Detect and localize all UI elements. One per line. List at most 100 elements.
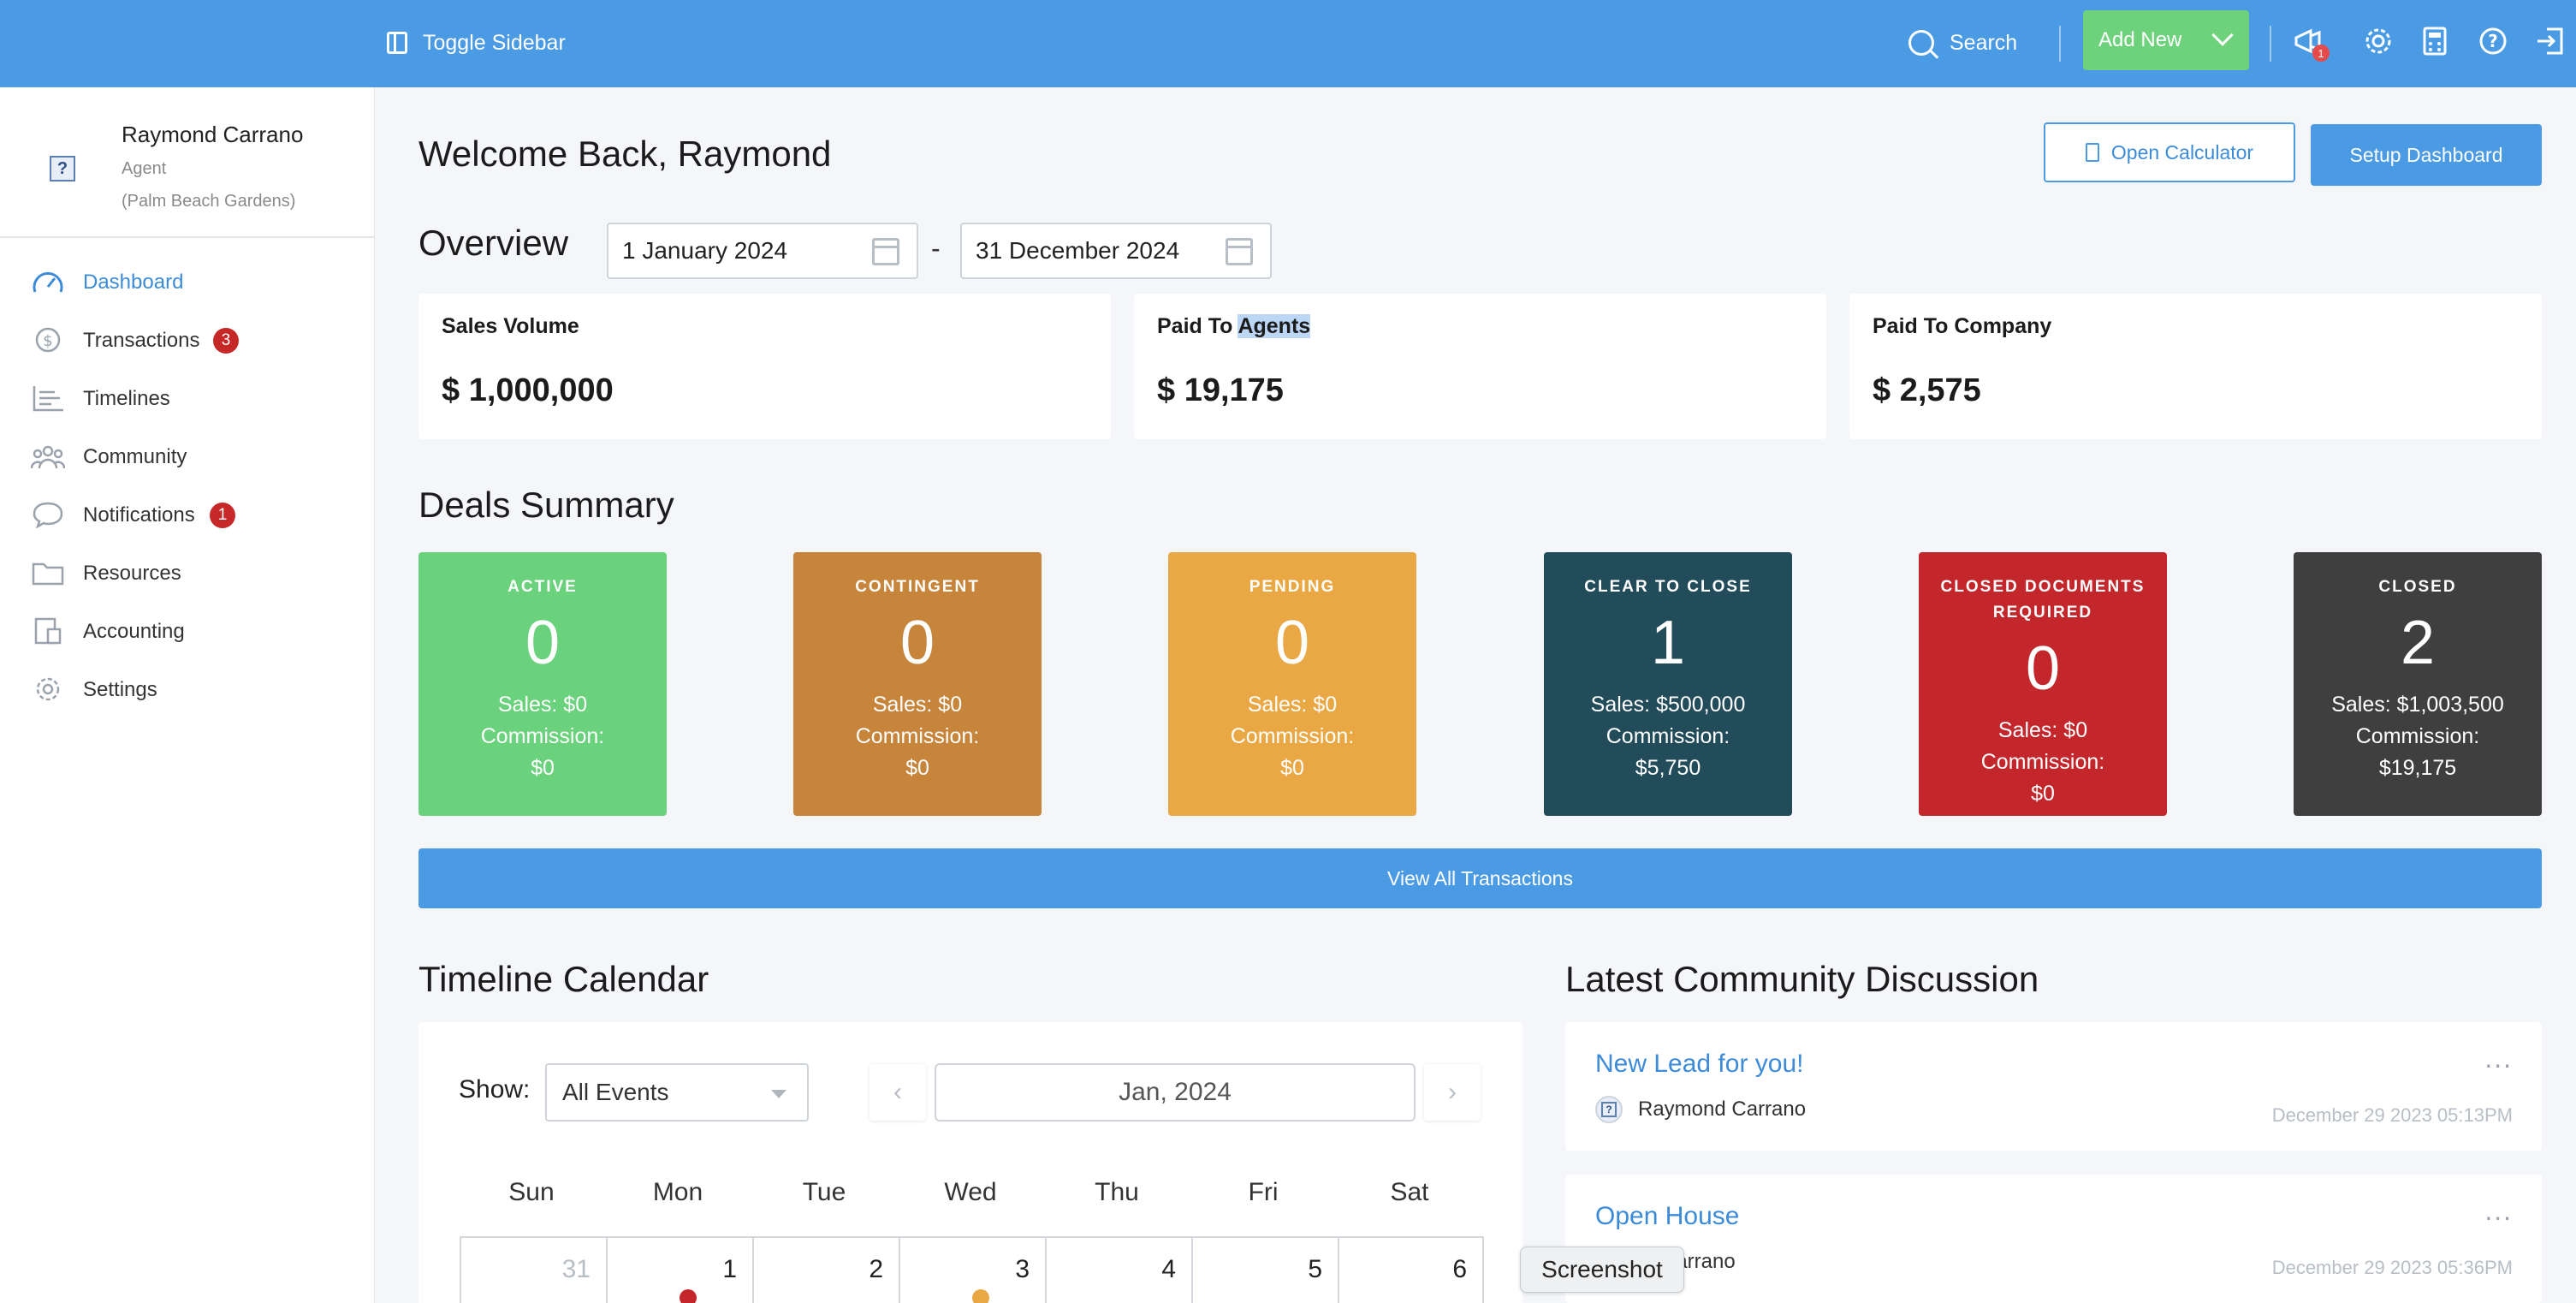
sidebar-item-accounting[interactable]: Accounting (0, 605, 375, 657)
setup-dashboard-button[interactable]: Setup Dashboard (2311, 124, 2542, 186)
discussion-item[interactable]: Open House ... Carrano December 29 2023 … (1565, 1175, 2542, 1303)
sidebar-item-dashboard[interactable]: Dashboard (0, 256, 375, 307)
calendar-day[interactable]: 31 (460, 1236, 606, 1303)
deal-label: CONTINGENT (855, 578, 980, 596)
event-filter-select[interactable]: All Events (545, 1063, 809, 1122)
sidebar-item-settings[interactable]: Settings (0, 663, 375, 715)
avatar-glyph: ? (1601, 1102, 1617, 1117)
calendar-day[interactable]: 6 (1338, 1236, 1484, 1303)
sidebar-icon (387, 32, 407, 54)
timeline-icon (31, 384, 65, 412)
deal-commission-label: Commission: (855, 724, 980, 748)
calendar-day[interactable]: 2 (752, 1236, 899, 1303)
transactions-count-badge: 3 (213, 328, 239, 354)
card-title: Sales Volume (442, 314, 579, 338)
folder-icon (31, 559, 65, 586)
card-title-highlight: Agents (1238, 314, 1311, 338)
deal-label: PENDING (1249, 578, 1336, 596)
discussion-author: Raymond Carrano (1638, 1098, 1807, 1121)
deal-card-active[interactable]: ACTIVE 0 Sales: $0 Commission: $0 (418, 552, 667, 816)
sidebar-item-label: Resources (83, 562, 181, 585)
calculator-icon[interactable] (2419, 24, 2451, 58)
discussion-item[interactable]: New Lead for you! ... ? Raymond Carrano … (1565, 1022, 2542, 1151)
add-new-button[interactable]: Add New (2083, 10, 2249, 70)
month-picker[interactable]: Jan, 2024 (935, 1063, 1416, 1122)
card-title: Paid To Company (1873, 314, 2052, 338)
sidebar-item-transactions[interactable]: $ Transactions 3 (0, 314, 375, 366)
card-value: $ 2,575 (1873, 372, 1981, 408)
event-dot[interactable] (972, 1289, 989, 1303)
weekday-header: Wed (944, 1178, 997, 1206)
event-dot[interactable] (680, 1289, 697, 1303)
date-range-separator: - (931, 233, 941, 264)
svg-text:$: $ (43, 332, 52, 350)
paid-to-company-card: Paid To Company $ 2,575 (1849, 294, 2542, 439)
screenshot-tooltip: Screenshot (1520, 1246, 1684, 1293)
user-name: Raymond Carrano (122, 122, 304, 147)
prev-month-button[interactable]: ‹ (870, 1064, 926, 1121)
deal-count: 0 (525, 609, 561, 677)
calendar-day[interactable]: 1 (606, 1236, 752, 1303)
deal-count: 2 (2400, 609, 2436, 677)
next-month-button[interactable]: › (1424, 1064, 1481, 1121)
chat-icon (31, 501, 65, 529)
deal-card-closed-documents-required[interactable]: CLOSED DOCUMENTS REQUIRED 0 Sales: $0 Co… (1919, 552, 2167, 816)
user-profile[interactable]: ? Raymond Carrano Agent (Palm Beach Gard… (0, 87, 375, 238)
start-date-value: 1 January 2024 (622, 237, 788, 264)
calculator-icon (2085, 143, 2099, 162)
sidebar-item-resources[interactable]: Resources (0, 547, 375, 598)
gear-icon (31, 675, 65, 703)
deal-card-closed[interactable]: CLOSED 2 Sales: $1,003,500 Commission: $… (2294, 552, 2542, 816)
day-number: 4 (1161, 1255, 1176, 1283)
deal-card-clear-to-close[interactable]: CLEAR TO CLOSE 1 Sales: $500,000 Commiss… (1544, 552, 1792, 816)
notifications-count-badge: 1 (210, 503, 235, 528)
discussion-date: December 29 2023 05:36PM (2271, 1257, 2513, 1278)
weekday-header: Mon (652, 1178, 703, 1206)
sidebar-item-community[interactable]: Community (0, 431, 375, 482)
end-date-field[interactable]: 31 December 2024 (960, 223, 1272, 279)
deal-commission-label: Commission: (480, 724, 605, 748)
sidebar-item-label: Dashboard (83, 271, 184, 294)
deal-commission: $0 (2031, 782, 2055, 806)
deal-card-contingent[interactable]: CONTINGENT 0 Sales: $0 Commission: $0 (793, 552, 1042, 816)
search-icon (1908, 30, 1934, 56)
sidebar-item-label: Community (83, 445, 187, 468)
deal-card-pending[interactable]: PENDING 0 Sales: $0 Commission: $0 (1168, 552, 1416, 816)
deal-sales: Sales: $500,000 (1590, 693, 1746, 717)
card-title: Paid To Agents (1157, 314, 1311, 339)
megaphone-icon[interactable]: 1 (2292, 24, 2330, 62)
calendar-day[interactable]: 4 (1045, 1236, 1191, 1303)
deal-label: CLOSED (2378, 578, 2457, 596)
add-new-label: Add New (2098, 28, 2182, 51)
discussion-title[interactable]: Open House (1595, 1202, 1739, 1231)
sidebar: ? Raymond Carrano Agent (Palm Beach Gard… (0, 87, 375, 1303)
notification-count-badge: 1 (2312, 45, 2330, 62)
author-avatar: ? (1595, 1096, 1623, 1123)
logout-icon[interactable] (2533, 24, 2566, 58)
calendar-day[interactable]: 3 (899, 1236, 1045, 1303)
deal-count: 0 (1274, 609, 1310, 677)
gear-icon[interactable] (2362, 24, 2395, 58)
sidebar-item-timelines[interactable]: Timelines (0, 372, 375, 424)
open-calculator-button[interactable]: Open Calculator (2044, 122, 2295, 182)
avatar: ? (50, 156, 75, 181)
card-value: $ 19,175 (1157, 372, 1284, 408)
more-options-icon[interactable]: ... (2484, 1195, 2513, 1227)
deal-commission: $0 (1280, 756, 1304, 780)
weekday-header: Fri (1248, 1178, 1279, 1206)
deal-count: 0 (899, 609, 935, 677)
help-icon[interactable]: ? (2477, 24, 2509, 58)
sidebar-item-label: Accounting (83, 620, 185, 643)
deal-commission-label: Commission: (1230, 724, 1355, 748)
start-date-field[interactable]: 1 January 2024 (607, 223, 918, 279)
search-button[interactable]: Search (1908, 24, 2017, 62)
discussion-title[interactable]: New Lead for you! (1595, 1050, 1803, 1079)
view-all-transactions-button[interactable]: View All Transactions (418, 848, 2542, 908)
weekday-header: Sat (1390, 1178, 1429, 1206)
sidebar-item-notifications[interactable]: Notifications 1 (0, 489, 375, 540)
calendar-day[interactable]: 5 (1191, 1236, 1338, 1303)
more-options-icon[interactable]: ... (2484, 1043, 2513, 1074)
open-calculator-label: Open Calculator (2110, 140, 2254, 164)
day-number: 1 (722, 1255, 737, 1283)
toggle-sidebar-button[interactable]: Toggle Sidebar (387, 26, 566, 60)
